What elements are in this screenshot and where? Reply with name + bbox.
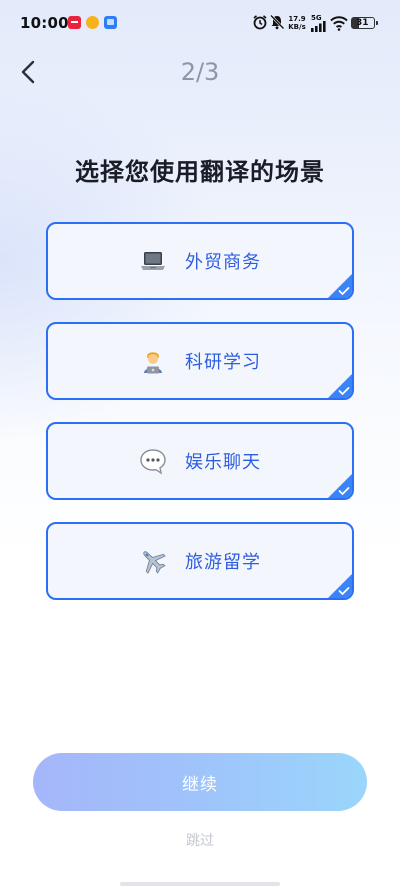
home-indicator[interactable] [120,882,280,886]
mute-bell-icon [270,14,285,30]
step-indicator: 2/3 [180,58,220,86]
signal-icon [311,21,326,32]
scenario-options: 外贸商务 科研学习 娱乐聊天 旅游留学 [46,222,354,622]
status-time: 10:00 [20,14,69,32]
option-foreign-trade[interactable]: 外贸商务 [46,222,354,300]
skip-link[interactable]: 跳过 [0,830,400,850]
net-speed: 17.9 KB/s [287,15,307,31]
option-label: 旅游留学 [185,552,261,573]
option-entertainment-chat[interactable]: 娱乐聊天 [46,422,354,500]
option-research-study[interactable]: 科研学习 [46,322,354,400]
check-icon [338,587,350,595]
app-blue-icon [104,16,117,29]
alarm-icon [253,15,267,30]
laptop-icon [141,252,165,270]
net-speed-unit: KB/s [288,23,306,31]
check-icon [338,287,350,295]
speech-bubble-icon [140,449,166,475]
option-label: 外贸商务 [185,252,261,273]
airplane-icon [143,551,166,574]
battery-level: 31 [356,18,369,28]
check-icon [338,487,350,495]
wifi-icon [330,16,348,31]
technologist-icon [144,352,162,374]
net-speed-value: 17.9 [288,15,306,23]
option-label: 科研学习 [185,352,261,373]
option-label: 娱乐聊天 [185,452,261,473]
screen: 10:00 17.9 KB/s 5G 31 2/3 选择您使用翻译的场景 外贸商… [0,0,400,889]
page-title: 选择您使用翻译的场景 [75,158,325,186]
continue-button[interactable]: 继续 [33,753,367,811]
app-red-icon [68,16,81,29]
option-travel-study-abroad[interactable]: 旅游留学 [46,522,354,600]
app-yellow-icon [86,16,99,29]
continue-label: 继续 [182,774,218,795]
check-icon [338,387,350,395]
status-bar: 10:00 17.9 KB/s 5G 31 [0,0,400,48]
